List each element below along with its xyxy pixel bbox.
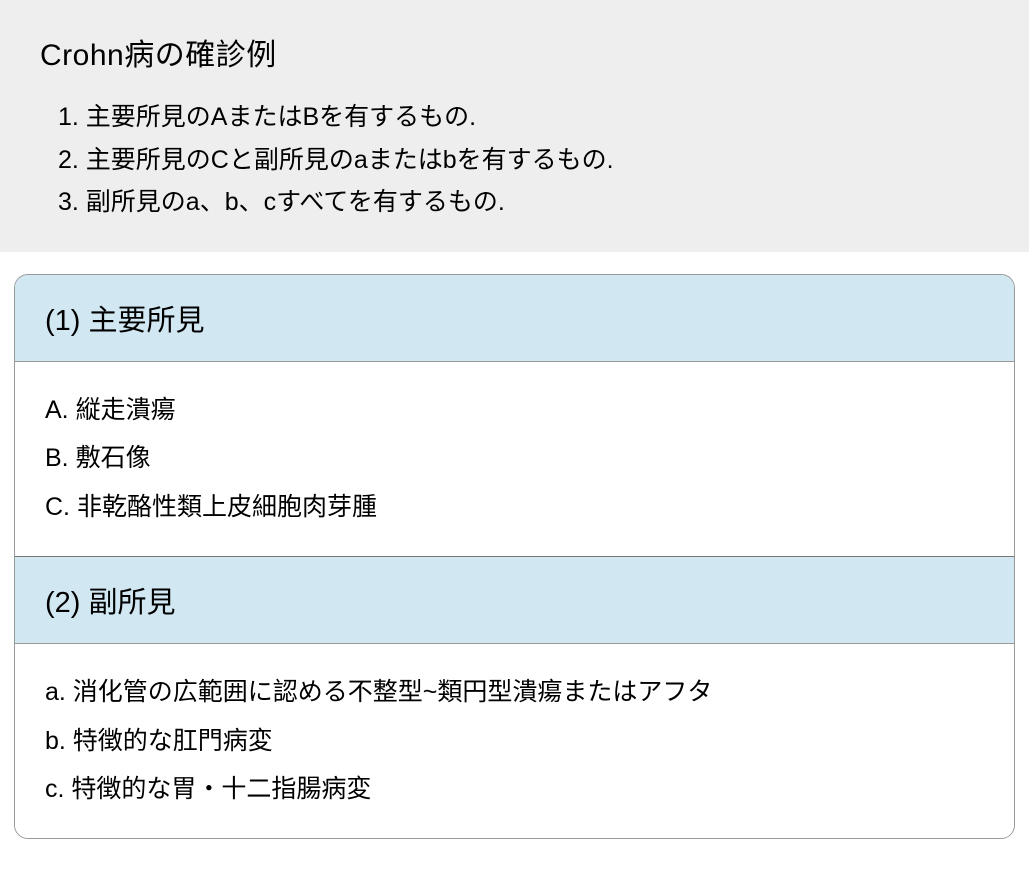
finding-item: a. 消化管の広範囲に認める不整型~類円型潰瘍またはアフタ	[45, 668, 984, 717]
finding-item: A. 縦走潰瘍	[45, 386, 984, 435]
section-body-major: A. 縦走潰瘍 B. 敷石像 C. 非乾酪性類上皮細胞肉芽腫	[15, 362, 1014, 556]
section-body-minor: a. 消化管の広範囲に認める不整型~類円型潰瘍またはアフタ b. 特徴的な肛門病…	[15, 644, 1014, 838]
finding-item: b. 特徴的な肛門病変	[45, 717, 984, 766]
findings-box: (1) 主要所見 A. 縦走潰瘍 B. 敷石像 C. 非乾酪性類上皮細胞肉芽腫 …	[14, 274, 1015, 840]
diagnosis-criteria-panel: Crohn病の確診例 1. 主要所見のAまたはBを有するもの. 2. 主要所見の…	[0, 0, 1029, 252]
criteria-item: 2. 主要所見のCと副所見のaまたはbを有するもの.	[58, 139, 989, 182]
section-header-minor: (2) 副所見	[15, 556, 1014, 644]
finding-item: C. 非乾酪性類上皮細胞肉芽腫	[45, 483, 984, 532]
finding-item: c. 特徴的な胃・十二指腸病変	[45, 765, 984, 814]
criteria-list: 1. 主要所見のAまたはBを有するもの. 2. 主要所見のCと副所見のaまたはb…	[40, 96, 989, 224]
criteria-item: 1. 主要所見のAまたはBを有するもの.	[58, 96, 989, 139]
panel-title: Crohn病の確診例	[40, 30, 989, 74]
section-header-major: (1) 主要所見	[15, 275, 1014, 362]
criteria-item: 3. 副所見のa、b、cすべてを有するもの.	[58, 181, 989, 224]
finding-item: B. 敷石像	[45, 434, 984, 483]
